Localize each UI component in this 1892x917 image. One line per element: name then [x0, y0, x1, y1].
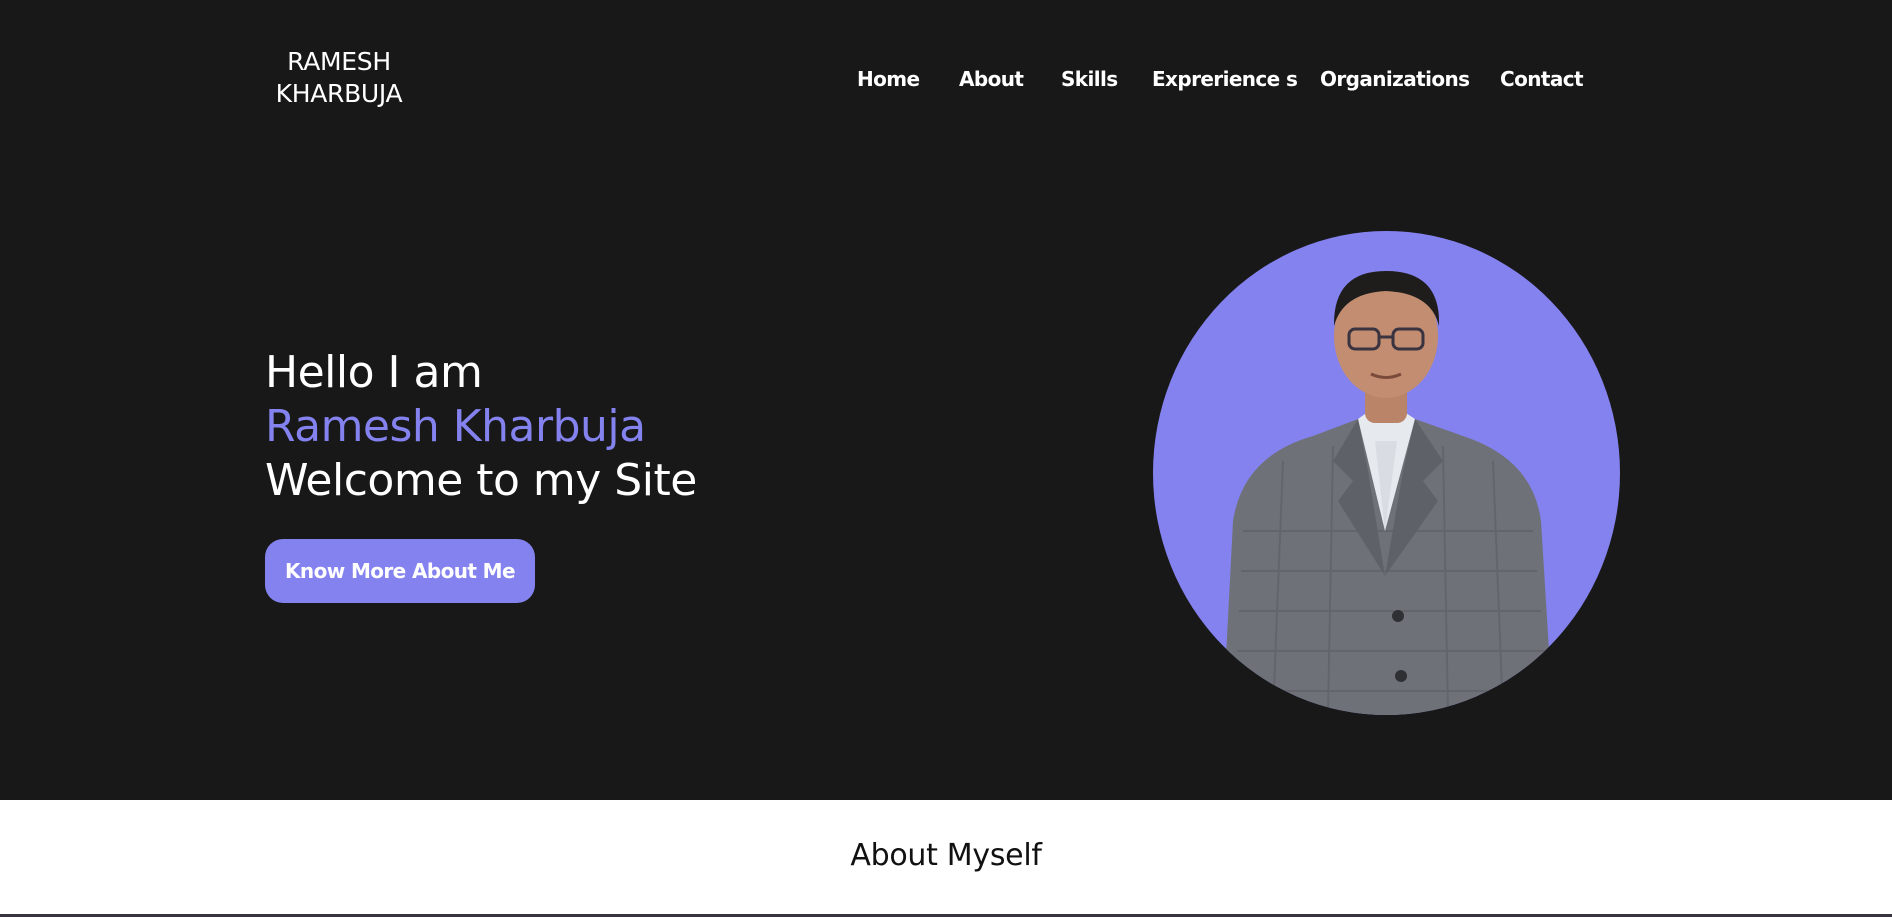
nav-link-organizations[interactable]: Organizations: [1320, 67, 1470, 91]
profile-photo: [1153, 231, 1620, 715]
hero-greeting: Hello I am: [265, 347, 483, 398]
logo-line-first-name: RAMESH: [287, 47, 391, 76]
hero-headline: Hello I am Ramesh Kharbuja Welcome to my…: [265, 346, 697, 508]
portfolio-page: RAMESH KHARBUJA Home About Skills Exprer…: [0, 0, 1892, 917]
site-logo[interactable]: RAMESH KHARBUJA: [265, 46, 413, 110]
nav-link-skills[interactable]: Skills: [1061, 67, 1118, 91]
know-more-button[interactable]: Know More About Me: [265, 539, 535, 603]
nav-link-home[interactable]: Home: [857, 67, 920, 91]
person-portrait-illustration: [1223, 271, 1553, 715]
logo-line-last-name: KHARBUJA: [275, 79, 403, 108]
hero-welcome: Welcome to my Site: [265, 455, 697, 506]
nav-link-about[interactable]: About: [959, 67, 1024, 91]
hero-section: RAMESH KHARBUJA Home About Skills Exprer…: [0, 0, 1892, 800]
about-section-title: About Myself: [850, 838, 1042, 873]
nav-link-experiences[interactable]: Exprerience s: [1152, 67, 1298, 91]
hero-name: Ramesh Kharbuja: [265, 401, 646, 452]
nav-link-contact[interactable]: Contact: [1500, 67, 1584, 91]
